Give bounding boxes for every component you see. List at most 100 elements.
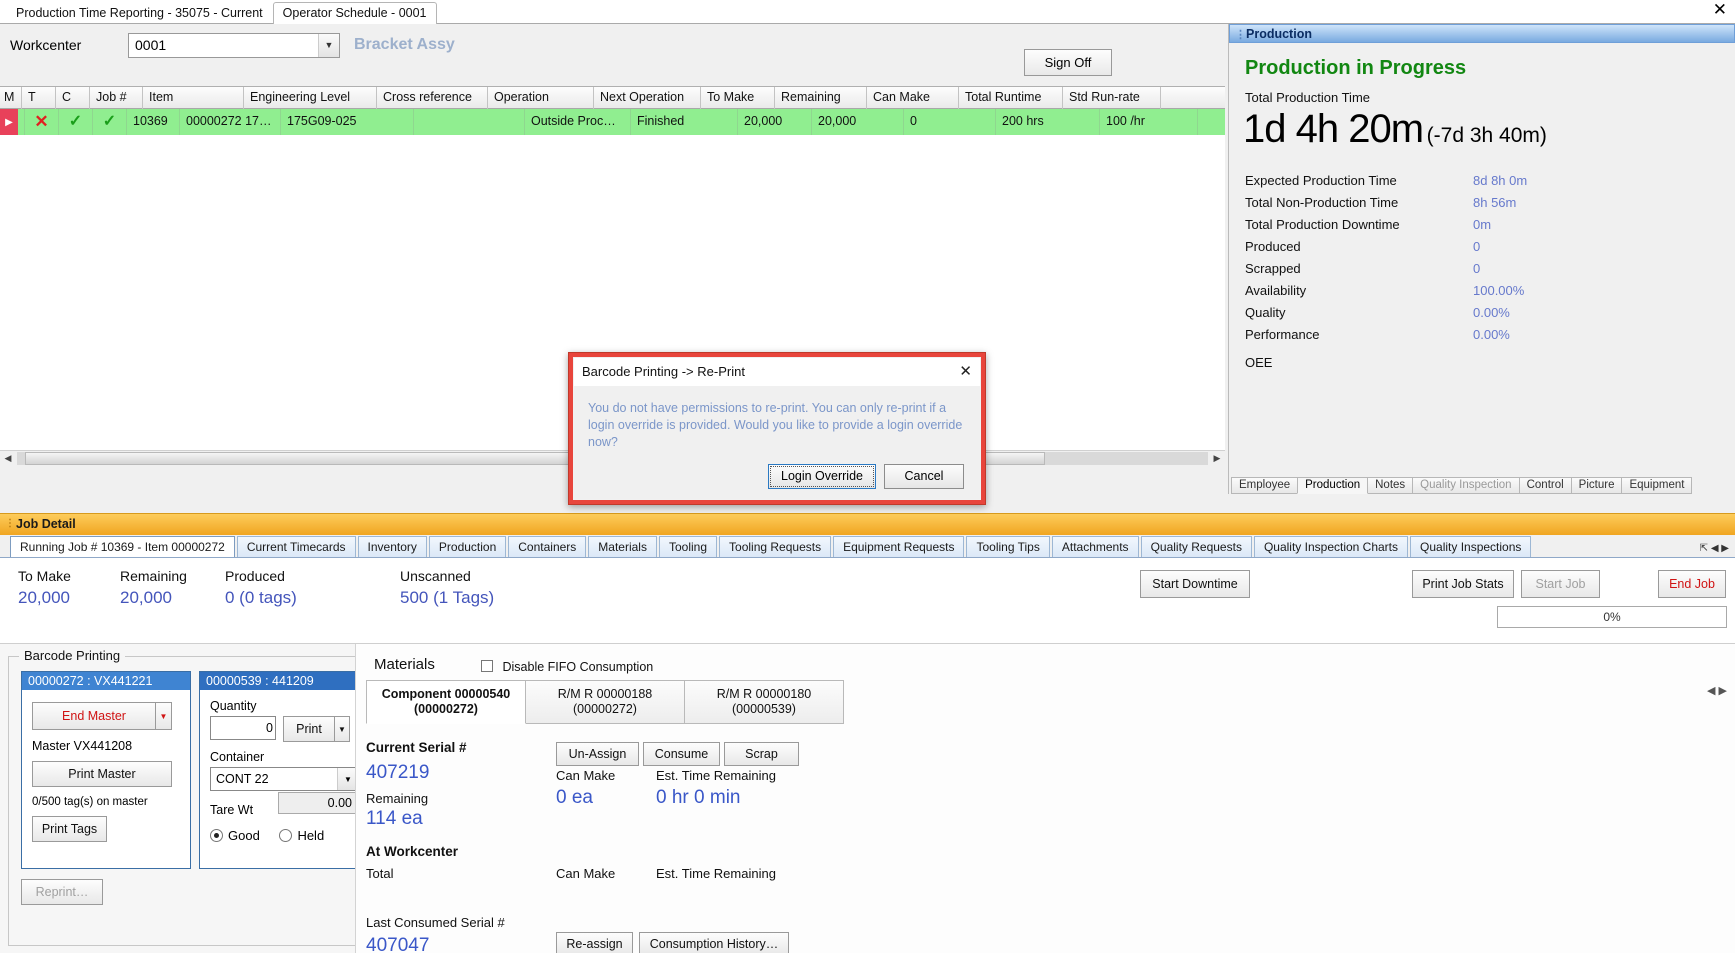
grid-col-next-operation[interactable]: Next Operation [594,87,701,109]
grid-col-t[interactable]: T [22,87,56,109]
tab-attachments[interactable]: Attachments [1051,536,1139,557]
disable-fifo-consumption-checkbox[interactable]: Disable FIFO Consumption [481,660,653,674]
consumption-history-button[interactable]: Consumption History… [639,932,789,953]
barcode-box-master-header: 00000272 : VX441221 [22,672,190,690]
metric-value: 0.00% [1473,305,1510,320]
production-panel-tabs: Employee Production Notes Quality Inspec… [1229,476,1735,494]
materials-panel: Materials Disable FIFO Consumption Compo… [355,644,1735,953]
start-downtime-button[interactable]: Start Downtime [1140,570,1250,598]
metric-value: 8d 8h 0m [1473,173,1528,188]
reprint-permission-dialog: Barcode Printing -> Re-Print ✕ You do no… [568,352,986,505]
end-job-button[interactable]: End Job [1658,570,1726,598]
print-button[interactable]: Print [283,716,335,742]
tab-current-timecards[interactable]: Current Timecards [236,536,356,557]
tab-running-job[interactable]: Running Job # 10369 - Item 00000272 [10,536,235,557]
summary-to-make: To Make 20,000 [18,568,71,608]
material-remaining-label: Remaining [366,791,429,806]
tab-quality-requests[interactable]: Quality Requests [1140,536,1252,557]
print-job-stats-button[interactable]: Print Job Stats [1412,570,1514,598]
cancel-button[interactable]: Cancel [884,463,964,489]
tab-inventory[interactable]: Inventory [357,536,427,557]
sign-off-button[interactable]: Sign Off [1024,49,1112,76]
grid-col-std-run-rate[interactable]: Std Run-rate [1063,87,1161,109]
tab-employee[interactable]: Employee [1231,477,1299,494]
grid-col-cross-reference[interactable]: Cross reference [377,87,488,109]
grid-col-job[interactable]: Job # [90,87,143,109]
materials-tab-rm-00000180[interactable]: R/M R 00000180 (00000539) [684,680,844,724]
scroll-right-icon[interactable]: ▶ [1209,453,1225,464]
tab-tooling-requests[interactable]: Tooling Requests [719,536,832,557]
tab-equipment-requests[interactable]: Equipment Requests [833,536,965,557]
quantity-input[interactable] [210,716,276,740]
grid-col-engineering-level[interactable]: Engineering Level [244,87,377,109]
metric-label: Total Non-Production Time [1245,195,1399,210]
grid-col-operation[interactable]: Operation [488,87,594,109]
radio-held[interactable]: Held [279,828,324,843]
tab-notes[interactable]: Notes [1367,477,1414,494]
tab-tooling-tips[interactable]: Tooling Tips [966,536,1050,557]
grid-col-can-make[interactable]: Can Make [867,87,959,109]
scroll-left-icon[interactable]: ◀ [0,453,16,464]
barcode-box-container: 00000539 : 441209 Quantity Print ▼ Conta… [199,671,369,869]
grid-col-c[interactable]: C [56,87,90,109]
drag-handle-icon[interactable]: ⋮ [5,518,15,529]
re-assign-button[interactable]: Re-assign [556,932,633,953]
window-tab-operator-schedule[interactable]: Operator Schedule - 0001 [272,2,437,25]
start-job-button[interactable]: Start Job [1521,570,1600,598]
job-progress-bar: 0% [1497,606,1727,628]
tab-tooling[interactable]: Tooling [658,536,718,557]
tab-quality-inspections[interactable]: Quality Inspections [1410,536,1532,557]
workcenter-select[interactable]: 0001 ▼ [128,32,340,58]
cell-cross-reference [414,109,525,135]
tab-picture[interactable]: Picture [1570,477,1623,494]
at-workcenter-est-time-label: Est. Time Remaining [656,866,776,881]
production-panel: ⋮ Production Production in Progress Tota… [1228,24,1735,494]
summary-to-make-label: To Make [18,568,71,584]
chevron-down-icon[interactable]: ▼ [318,33,339,57]
radio-good[interactable]: Good [210,828,260,843]
metric-label: Scrapped [1245,261,1301,276]
tab-production[interactable]: Production [1297,477,1369,494]
metric-scrapped: Scrapped 0 [1229,254,1735,276]
end-master-button[interactable]: End Master [32,702,156,730]
tab-quality-inspection-charts[interactable]: Quality Inspection Charts [1253,536,1409,557]
tab-containers[interactable]: Containers [508,536,587,557]
tab-quality-inspection[interactable]: Quality Inspection [1412,477,1520,494]
barcode-printing-legend: Barcode Printing [19,648,126,663]
tab-production-detail[interactable]: Production [428,536,507,557]
dialog-close-icon[interactable]: ✕ [959,362,972,380]
grid-col-remaining[interactable]: Remaining [775,87,867,109]
materials-tab-component-00000540[interactable]: Component 00000540 (00000272) [366,680,526,724]
cell-can-make: 0 [904,109,996,135]
scrap-button[interactable]: Scrap [724,742,799,766]
login-override-button[interactable]: Login Override [768,463,876,489]
materials-tab-rm-00000188[interactable]: R/M R 00000188 (00000272) [525,680,685,724]
reprint-button[interactable]: Reprint… [21,879,103,905]
print-master-button[interactable]: Print Master [32,761,172,787]
print-tags-button[interactable]: Print Tags [32,816,107,842]
end-master-dropdown-icon[interactable]: ▼ [156,702,172,730]
drag-handle-icon[interactable]: ⋮ [1235,28,1247,41]
grid-col-total-runtime[interactable]: Total Runtime [959,87,1063,109]
production-panel-header-label: Production [1246,27,1312,41]
metric-value: 0m [1473,217,1492,232]
job-detail-tab-scroll-icons[interactable]: ⇱ ◀ ▶ [1700,543,1729,554]
job-detail-tabs: Running Job # 10369 - Item 00000272 Curr… [0,536,1735,558]
grid-col-m[interactable]: M [0,87,22,109]
close-icon[interactable]: ✕ [1713,2,1727,19]
tab-materials[interactable]: Materials [588,536,657,557]
print-dropdown-icon[interactable]: ▼ [335,716,350,742]
tab-equipment[interactable]: Equipment [1621,477,1693,494]
total-production-time-readout: 1d 4h 20m (-7d 3h 40m) [1229,105,1735,152]
checkbox-icon [481,660,493,672]
table-row[interactable]: ▶ ✕ ✓ ✓ 10369 00000272 17… 175G09-025 Ou… [0,109,1225,135]
consume-button[interactable]: Consume [643,742,720,766]
un-assign-button[interactable]: Un-Assign [556,742,639,766]
grid-col-to-make[interactable]: To Make [701,87,775,109]
tab-control[interactable]: Control [1518,477,1572,494]
summary-unscanned: Unscanned 500 (1 Tags) [400,568,494,608]
window-tab-production-time-reporting[interactable]: Production Time Reporting - 35075 - Curr… [6,2,273,25]
materials-pager-icons[interactable]: ◀ ▶ [1707,684,1727,697]
production-panel-header: ⋮ Production [1229,24,1735,43]
grid-col-item[interactable]: Item [143,87,244,109]
